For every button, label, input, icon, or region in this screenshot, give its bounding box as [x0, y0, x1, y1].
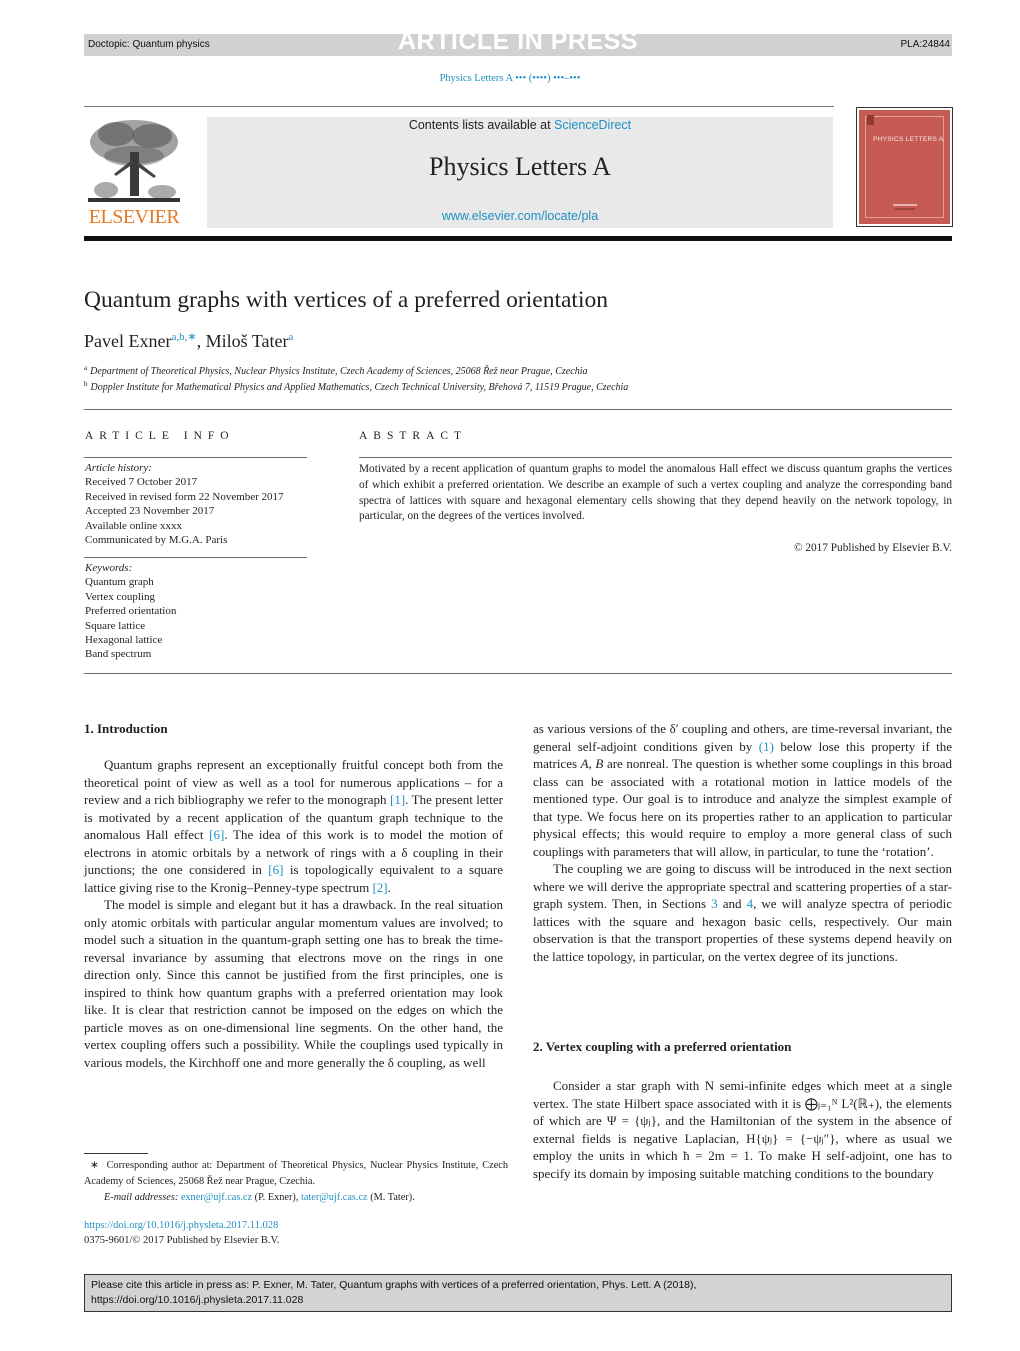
keyword-item: Quantum graph	[85, 576, 154, 589]
paragraph: as various versions of the δ′ coupling a…	[533, 721, 952, 859]
abstract-text: Motivated by a recent application of qua…	[359, 463, 952, 523]
sciencedirect-link[interactable]: ScienceDirect	[554, 118, 631, 132]
footnote-rule	[84, 1153, 148, 1154]
footnotes: ∗ Corresponding author at: Department of…	[84, 1160, 508, 1203]
history-item: Communicated by M.G.A. Paris	[85, 534, 228, 547]
paragraph: The model is simple and elegant but it h…	[84, 897, 503, 1070]
journal-reference[interactable]: Physics Letters A ••• (••••) •••–•••	[0, 73, 1020, 84]
masthead-rule	[84, 236, 952, 241]
author-affiliation-marks[interactable]: a	[288, 331, 293, 343]
contents-lists: Contents lists available at ScienceDirec…	[207, 118, 833, 132]
journal-reference-link[interactable]: Physics Letters A ••• (••••) •••–•••	[440, 73, 581, 84]
paragraph: The coupling we are going to discuss wil…	[533, 861, 953, 964]
paragraph: Consider a star graph with N semi-infini…	[533, 1078, 952, 1181]
elsevier-tree-icon	[86, 116, 182, 206]
history-item: Available online xxxx	[85, 519, 182, 532]
keyword-item: Square lattice	[85, 619, 146, 632]
elsevier-logo[interactable]: ELSEVIER	[84, 116, 184, 228]
keywords: Keywords: Quantum graph Vertex coupling …	[85, 561, 176, 662]
journal-cover-thumbnail[interactable]: PHYSICS LETTERS A	[856, 107, 953, 227]
section-heading-vertex-coupling: 2. Vertex coupling with a preferred orie…	[533, 1039, 792, 1054]
corresponding-mark: ∗	[90, 1160, 99, 1171]
doi-block: https://doi.org/10.1016/j.physleta.2017.…	[84, 1218, 279, 1248]
divider	[84, 557, 307, 558]
divider	[84, 409, 952, 410]
divider	[84, 673, 952, 674]
citation-link[interactable]: [2]	[372, 880, 387, 895]
affiliation: a Department of Theoretical Physics, Nucl…	[84, 364, 588, 377]
journal-title: Physics Letters A	[429, 152, 611, 181]
history-item: Accepted 23 November 2017	[85, 505, 215, 518]
author-affiliation-marks[interactable]: a,b,∗	[171, 331, 196, 343]
keyword-item: Preferred orientation	[85, 605, 177, 618]
author-name: Pavel Exner	[84, 331, 172, 351]
email-label: E-mail addresses:	[104, 1192, 181, 1203]
equation-link[interactable]: (1)	[759, 739, 774, 754]
email-link-tater[interactable]: tater@ujf.cas.cz	[301, 1192, 368, 1203]
abstract-heading: ABSTRACT	[359, 430, 468, 442]
paragraph: Quantum graphs represent an exceptionall…	[84, 757, 503, 895]
keyword-item: Hexagonal lattice	[85, 634, 163, 647]
article-history-label: Article history:	[85, 462, 152, 474]
affiliation: b Doppler Institute for Mathematical Phys…	[84, 380, 629, 393]
history-item: Received 7 October 2017	[85, 476, 198, 489]
cover-title: PHYSICS LETTERS A	[873, 136, 944, 143]
email-link-exner[interactable]: exner@ujf.cas.cz	[181, 1192, 252, 1203]
cover-badge-icon	[867, 115, 874, 125]
keyword-item: Band spectrum	[85, 648, 152, 661]
history-item: Received in revised form 22 November 201…	[85, 490, 284, 503]
article-code: PLA:24844	[900, 39, 951, 50]
abstract-copyright: © 2017 Published by Elsevier B.V.	[793, 542, 952, 554]
divider	[359, 457, 952, 458]
article-in-press-title: ARTICLE IN PRESS	[398, 27, 638, 55]
elsevier-wordmark: ELSEVIER	[88, 206, 180, 228]
author-list: Pavel Exnera,b,∗, Miloš Tatera	[84, 331, 294, 351]
article-info-heading: ARTICLE INFO	[85, 430, 235, 442]
author-name: Miloš Tater	[205, 331, 289, 351]
issn-line: 0375-9601/© 2017 Published by Elsevier B…	[84, 1235, 280, 1246]
cite-line: Please cite this article in press as: P.…	[91, 1279, 697, 1291]
article-history: Article history: Received 7 October 2017…	[85, 461, 284, 547]
contents-prefix: Contents lists available at	[408, 118, 555, 132]
keywords-label: Keywords:	[85, 562, 133, 574]
citation-link[interactable]: [6]	[209, 827, 224, 842]
doi-link[interactable]: https://doi.org/10.1016/j.physleta.2017.…	[84, 1218, 279, 1233]
left-column: Quantum graphs represent an exceptionall…	[84, 756, 503, 1071]
corresponding-author-note: Corresponding author at: Department of T…	[84, 1160, 508, 1187]
header-rule	[84, 106, 834, 107]
section-heading-introduction: 1. Introduction	[84, 721, 168, 736]
cite-doi[interactable]: https://doi.org/10.1016/j.physleta.2017.…	[91, 1293, 696, 1308]
keyword-item: Vertex coupling	[85, 590, 155, 603]
divider	[84, 457, 307, 458]
right-column-section2: Consider a star graph with N semi-infini…	[533, 1077, 952, 1182]
journal-url-link[interactable]: www.elsevier.com/locate/pla	[207, 209, 833, 223]
journal-masthead: Contents lists available at ScienceDirec…	[207, 117, 833, 228]
cite-this-article-box: Please cite this article in press as: P.…	[84, 1274, 952, 1312]
right-column: as various versions of the δ′ coupling a…	[533, 720, 952, 965]
citation-link[interactable]: [1]	[390, 792, 405, 807]
article-in-press-banner: Doctopic: Quantum physics ARTICLE IN PRE…	[84, 27, 952, 56]
citation-link[interactable]: [6]	[268, 862, 283, 877]
article-title: Quantum graphs with vertices of a prefer…	[84, 287, 608, 313]
